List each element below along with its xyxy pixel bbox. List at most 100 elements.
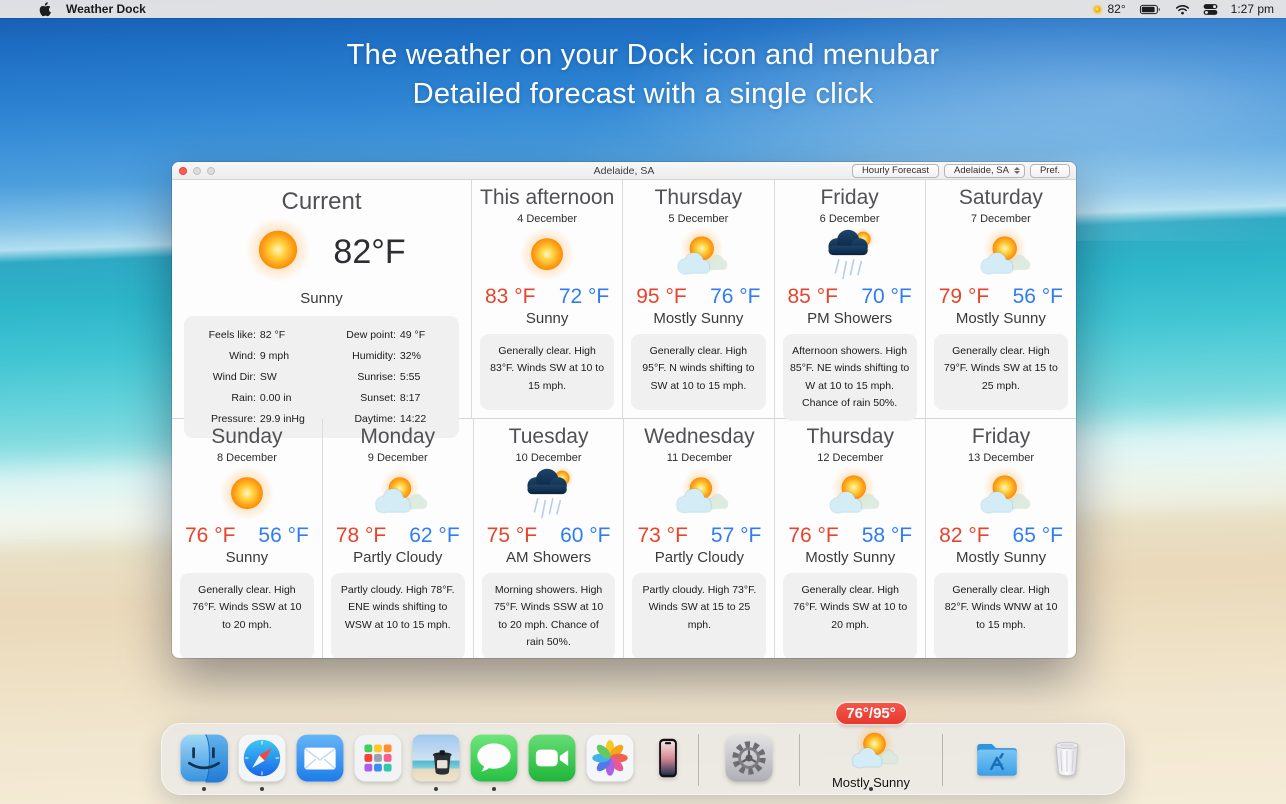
card-description: Generally clear. High 95°F. N winds shif…	[631, 334, 765, 410]
weather-icon	[666, 465, 732, 525]
high-temp: 83 °F	[485, 285, 535, 309]
dock-weather-dock-item[interactable]: 76°/95° Mostly Sunny	[801, 724, 941, 794]
card-date: 11 December	[667, 452, 732, 464]
dock-applications-folder-icon[interactable]	[968, 724, 1026, 794]
card-condition: Mostly Sunny	[653, 310, 743, 327]
card-date: 10 December	[516, 452, 582, 464]
dock-finder-icon[interactable]	[175, 724, 233, 794]
dock-weather-icon	[843, 730, 899, 774]
battery-icon[interactable]	[1139, 4, 1162, 15]
low-temp: 62 °F	[409, 524, 459, 548]
hourly-forecast-button[interactable]: Hourly Forecast	[852, 164, 939, 178]
running-indicator	[434, 787, 438, 791]
low-temp: 65 °F	[1013, 524, 1063, 548]
window-titlebar[interactable]: Adelaide, SA Hourly Forecast Adelaide, S…	[172, 162, 1076, 180]
weather-icon	[365, 465, 431, 525]
dock-trash-icon[interactable]	[1038, 724, 1096, 794]
high-temp: 79 °F	[939, 285, 989, 309]
card-day: Saturday	[959, 186, 1043, 210]
high-temp: 73 °F	[637, 524, 687, 548]
card-day: Wednesday	[644, 425, 755, 449]
card-description: Generally clear. High 76°F. Winds SW at …	[783, 573, 917, 658]
card-date: 4 December	[517, 213, 577, 225]
card-condition: Partly Cloudy	[353, 549, 442, 566]
low-temp: 56 °F	[1013, 285, 1063, 309]
control-center-icon[interactable]	[1203, 4, 1218, 15]
current-title: Current	[281, 188, 361, 216]
card-condition: AM Showers	[506, 549, 591, 566]
menubar-weather-item[interactable]: 82°	[1092, 2, 1125, 16]
card-condition: Sunny	[226, 549, 269, 566]
location-select-value: Adelaide, SA	[954, 166, 1009, 176]
card-condition: Mostly Sunny	[956, 549, 1046, 566]
pref-button[interactable]: Pref.	[1030, 164, 1070, 178]
card-description: Generally clear. High 82°F. Winds WNW at…	[934, 573, 1068, 658]
stepper-icon	[1014, 167, 1020, 174]
card-day: Tuesday	[509, 425, 589, 449]
card-condition: Partly Cloudy	[655, 549, 744, 566]
menubar-clock[interactable]: 1:27 pm	[1231, 2, 1274, 16]
dock-messages-icon[interactable]	[465, 724, 523, 794]
forecast-card: Friday 13 December 82 °F65 °F Mostly Sun…	[926, 419, 1076, 658]
dock-system-settings-icon[interactable]	[720, 724, 778, 794]
desktop: Weather Dock 82° 1:27 pm The weather on …	[0, 0, 1286, 804]
dock-photos-icon[interactable]	[581, 724, 639, 794]
card-date: 8 December	[217, 452, 277, 464]
high-temp: 76 °F	[788, 524, 838, 548]
forecast-row-1: Current 82°F Sunny Feels like:82 °F Wind…	[172, 180, 1076, 419]
dock-mail-icon[interactable]	[291, 724, 349, 794]
forecast-card: This afternoon 4 December 83 °F72 °F Sun…	[472, 180, 623, 418]
dock-launchpad-icon[interactable]	[349, 724, 407, 794]
card-day: Thursday	[806, 425, 894, 449]
menubar-temperature: 82°	[1107, 2, 1125, 16]
card-description: Partly cloudy. High 78°F. ENE winds shif…	[331, 573, 465, 658]
weather-icon	[968, 226, 1034, 286]
weather-window: Adelaide, SA Hourly Forecast Adelaide, S…	[172, 162, 1076, 658]
forecast-card: Friday 6 December 85 °F70 °F PM Showers …	[775, 180, 926, 418]
forecast-card: Sunday 8 December 76 °F56 °F Sunny Gener…	[172, 419, 323, 658]
high-temp: 78 °F	[336, 524, 386, 548]
dock-iphone-mirroring-icon[interactable]	[639, 724, 697, 794]
weather-icon	[968, 465, 1034, 525]
menubar-sun-icon	[1092, 4, 1103, 15]
card-description: Partly cloudy. High 73°F. Winds SW at 15…	[632, 573, 766, 658]
card-day: This afternoon	[480, 186, 614, 210]
current-conditions-card: Current 82°F Sunny Feels like:82 °F Wind…	[172, 180, 472, 418]
running-indicator	[260, 787, 264, 791]
location-select[interactable]: Adelaide, SA	[944, 164, 1025, 178]
dock-safari-icon[interactable]	[233, 724, 291, 794]
wifi-icon[interactable]	[1175, 4, 1190, 15]
card-date: 9 December	[368, 452, 428, 464]
low-temp: 58 °F	[862, 524, 912, 548]
card-condition: Mostly Sunny	[805, 549, 895, 566]
forecast-card: Thursday 12 December 76 °F 58 °F Mostly S…	[775, 419, 926, 658]
card-description: Generally clear. High 76°F. Winds SSW at…	[180, 573, 314, 658]
headline-line1: The weather on your Dock icon and menuba…	[0, 36, 1286, 75]
dock-facetime-icon[interactable]	[523, 724, 581, 794]
low-temp: 57 °F	[711, 524, 761, 548]
dock: 76°/95° Mostly Sunny	[161, 723, 1125, 795]
current-weather-icon	[237, 216, 319, 288]
low-temp: 60 °F	[560, 524, 610, 548]
card-description: Generally clear. High 83°F. Winds SW at …	[480, 334, 614, 410]
weather-icon	[817, 226, 883, 286]
card-day: Monday	[360, 425, 435, 449]
card-description: Generally clear. High 79°F. Winds SW at …	[934, 334, 1068, 410]
low-temp: 72 °F	[559, 285, 609, 309]
apple-menu[interactable]	[38, 2, 51, 17]
temperature-badge: 76°/95°	[836, 703, 906, 724]
forecast-card: Thursday 5 December 95 °F76 °F Mostly Su…	[623, 180, 774, 418]
menu-bar-app-name[interactable]: Weather Dock	[66, 2, 146, 16]
card-date: 12 December	[817, 452, 883, 464]
high-temp: 82 °F	[939, 524, 989, 548]
card-day: Sunday	[211, 425, 282, 449]
marketing-headline: The weather on your Dock icon and menuba…	[0, 36, 1286, 114]
card-day: Friday	[820, 186, 878, 210]
dock-preview-icon[interactable]	[407, 724, 465, 794]
card-date: 7 December	[971, 213, 1031, 225]
current-details-left: Feels like:82 °F Wind:9 mph Wind Dir:SW …	[194, 329, 320, 425]
high-temp: 76 °F	[185, 524, 235, 548]
card-condition: PM Showers	[807, 310, 892, 327]
card-day: Thursday	[655, 186, 743, 210]
dock-separator	[799, 734, 800, 786]
